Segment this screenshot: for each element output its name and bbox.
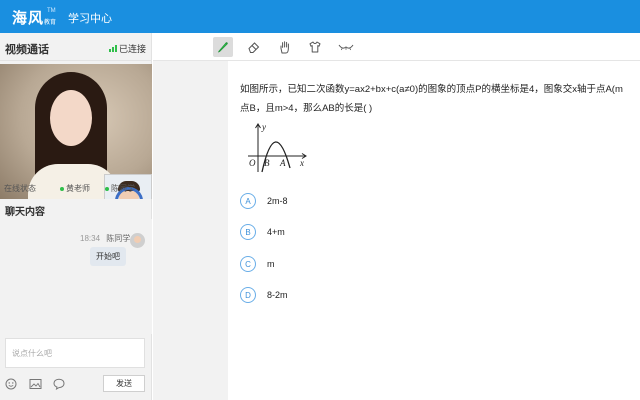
student-status: 陈同学 — [105, 183, 135, 194]
wave-icon[interactable] — [336, 37, 356, 57]
hand-icon[interactable] — [275, 37, 295, 57]
message-meta: 18:34 陈同学 — [80, 233, 130, 244]
x-axis-label: x — [299, 158, 304, 168]
message-bubble: 开始吧 — [90, 247, 126, 266]
chat-messages[interactable]: 18:34 陈同学 开始吧 — [0, 219, 152, 334]
option-letter: C — [240, 256, 256, 272]
option-b[interactable]: B 4+m — [240, 224, 285, 240]
image-icon[interactable] — [28, 377, 42, 391]
emoji-icon[interactable] — [4, 377, 18, 391]
avatar — [130, 233, 145, 248]
shirt-icon[interactable] — [305, 37, 325, 57]
message-time: 18:34 — [80, 234, 101, 243]
chat-title: 聊天内容 — [5, 207, 45, 218]
connection-status: 已连接 — [108, 42, 146, 55]
chat-header: 聊天内容 — [0, 197, 152, 219]
video-panel-header: 视频通话 已连接 — [0, 33, 152, 61]
online-status-row: 在线状态 黄老师 陈同学 — [0, 180, 152, 196]
option-text: 8-2m — [267, 290, 288, 300]
option-text: m — [267, 259, 275, 269]
logo-sub-text: 教育 — [44, 19, 57, 26]
whiteboard-margin — [153, 33, 228, 400]
chat-input[interactable] — [6, 339, 144, 367]
logo: 海风 TM 教育 — [12, 6, 62, 28]
parabola-graph: y x O B A — [248, 122, 307, 173]
left-panel: 视频通话 已连接 在线状态 黄老师 陈同学 聊天内容 18:34 陈同学 开始吧… — [0, 33, 152, 400]
option-d[interactable]: D 8-2m — [240, 287, 288, 303]
y-axis-label: y — [261, 122, 266, 132]
app-title: 学习中心 — [68, 13, 112, 25]
whiteboard-toolbar — [153, 33, 640, 61]
option-text: 4+m — [267, 227, 285, 237]
chat-input-box[interactable] — [5, 338, 145, 368]
eraser-icon[interactable] — [244, 37, 264, 57]
send-button[interactable]: 发送 — [103, 375, 145, 392]
video-panel-title: 视频通话 — [5, 44, 49, 56]
message-sender: 陈同学 — [106, 234, 131, 243]
online-dot-icon — [60, 186, 64, 191]
top-bar: 海风 TM 教育 学习中心 — [0, 0, 640, 33]
logo-trademark: TM — [47, 7, 56, 14]
option-a[interactable]: A 2m-8 — [240, 193, 288, 209]
chat-bubble-icon[interactable] — [52, 377, 66, 391]
point-b-label: B — [264, 158, 270, 168]
online-status-label: 在线状态 — [4, 184, 36, 193]
question-line-2: 点B，且m>4，那么AB的长是( ) — [240, 103, 373, 114]
option-c[interactable]: C m — [240, 256, 275, 272]
logo-main-text: 海风 — [12, 9, 45, 27]
option-letter: B — [240, 224, 256, 240]
online-dot-icon — [105, 186, 109, 191]
option-text: 2m-8 — [267, 196, 288, 206]
teacher-status: 黄老师 — [60, 183, 90, 194]
question-text: 如图所示，已知二次函数y=ax2+bx+c(a≠0)的图象的顶点P的横坐标是4，… — [240, 80, 640, 118]
question-line-1: 如图所示，已知二次函数y=ax2+bx+c(a≠0)的图象的顶点P的横坐标是4，… — [240, 84, 623, 95]
point-a-label: A — [279, 158, 286, 168]
connection-status-text: 已连接 — [118, 44, 146, 54]
option-letter: A — [240, 193, 256, 209]
teacher-video — [0, 64, 152, 199]
whiteboard-canvas[interactable]: 如图所示，已知二次函数y=ax2+bx+c(a≠0)的图象的顶点P的横坐标是4，… — [228, 62, 640, 400]
origin-label: O — [249, 158, 256, 168]
teacher-face — [50, 90, 92, 146]
option-letter: D — [240, 287, 256, 303]
signal-icon — [108, 45, 117, 52]
pen-icon[interactable] — [213, 37, 233, 57]
chat-tools — [4, 375, 76, 393]
